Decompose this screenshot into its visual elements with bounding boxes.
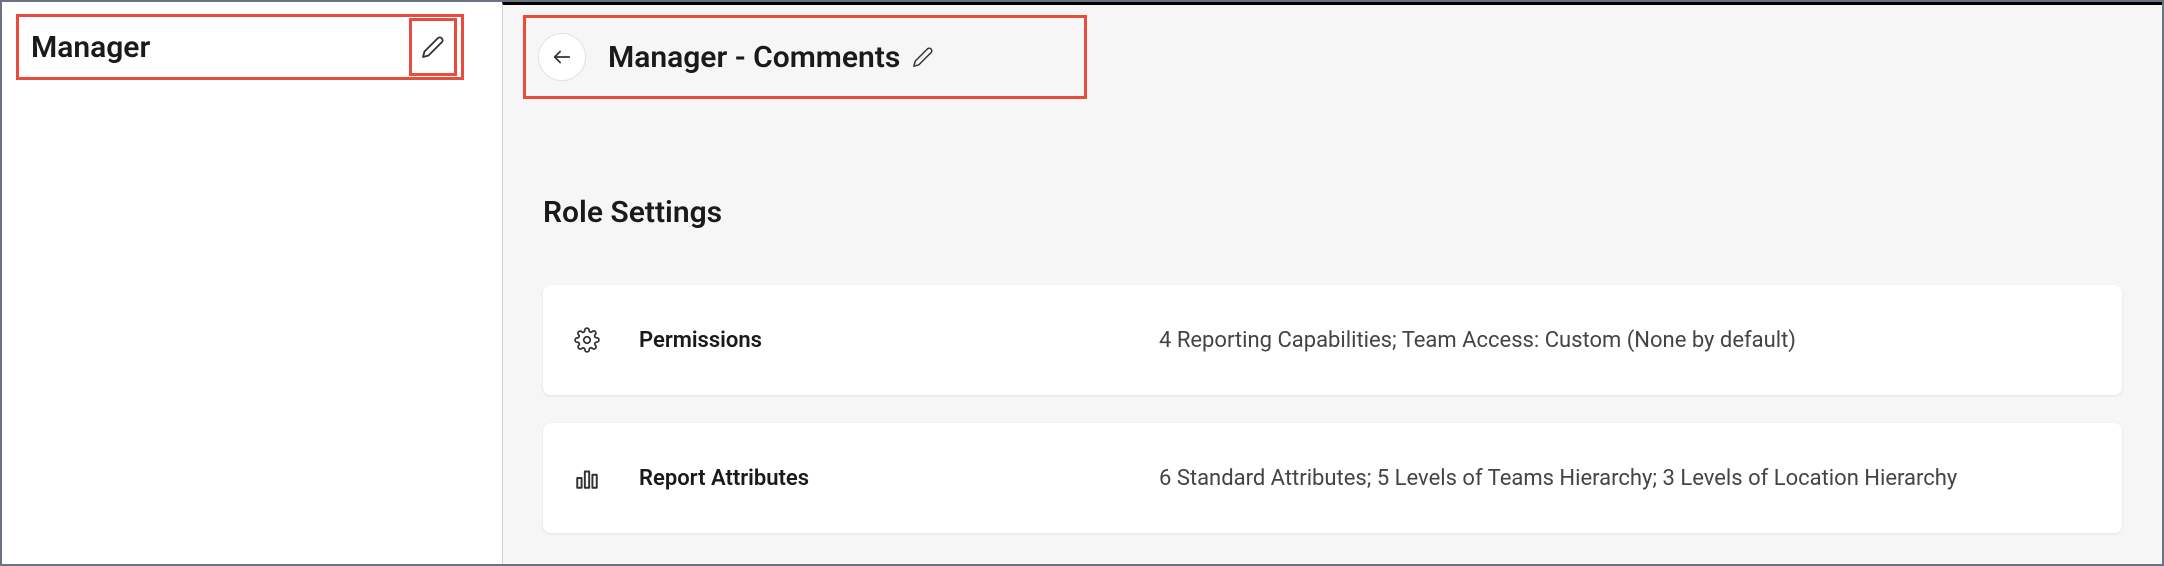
permissions-card[interactable]: Permissions 4 Reporting Capabilities; Te…	[543, 285, 2122, 395]
sidebar-title: Manager	[31, 30, 150, 65]
sidebar-header[interactable]: Manager	[16, 14, 464, 80]
report-attributes-card[interactable]: Report Attributes 6 Standard Attributes;…	[543, 423, 2122, 533]
sidebar: Manager	[2, 2, 502, 564]
pencil-icon	[912, 46, 934, 68]
main-content: Manager - Comments Role Settings Per	[502, 2, 2162, 564]
edit-title-button[interactable]	[912, 46, 934, 68]
edit-role-name-button[interactable]	[409, 18, 457, 76]
page-title: Manager - Comments	[608, 40, 900, 75]
gear-icon	[571, 327, 603, 353]
report-attributes-description: 6 Standard Attributes; 5 Levels of Teams…	[1159, 466, 1957, 491]
bar-chart-icon	[571, 465, 603, 491]
permissions-description: 4 Reporting Capabilities; Team Access: C…	[1159, 328, 1796, 353]
pencil-icon	[421, 35, 445, 59]
section-title: Role Settings	[543, 195, 722, 230]
permissions-label: Permissions	[639, 328, 1019, 353]
report-attributes-label: Report Attributes	[639, 466, 1019, 491]
arrow-left-icon	[551, 46, 573, 68]
back-button[interactable]	[538, 33, 586, 81]
page-header: Manager - Comments	[523, 15, 1087, 99]
